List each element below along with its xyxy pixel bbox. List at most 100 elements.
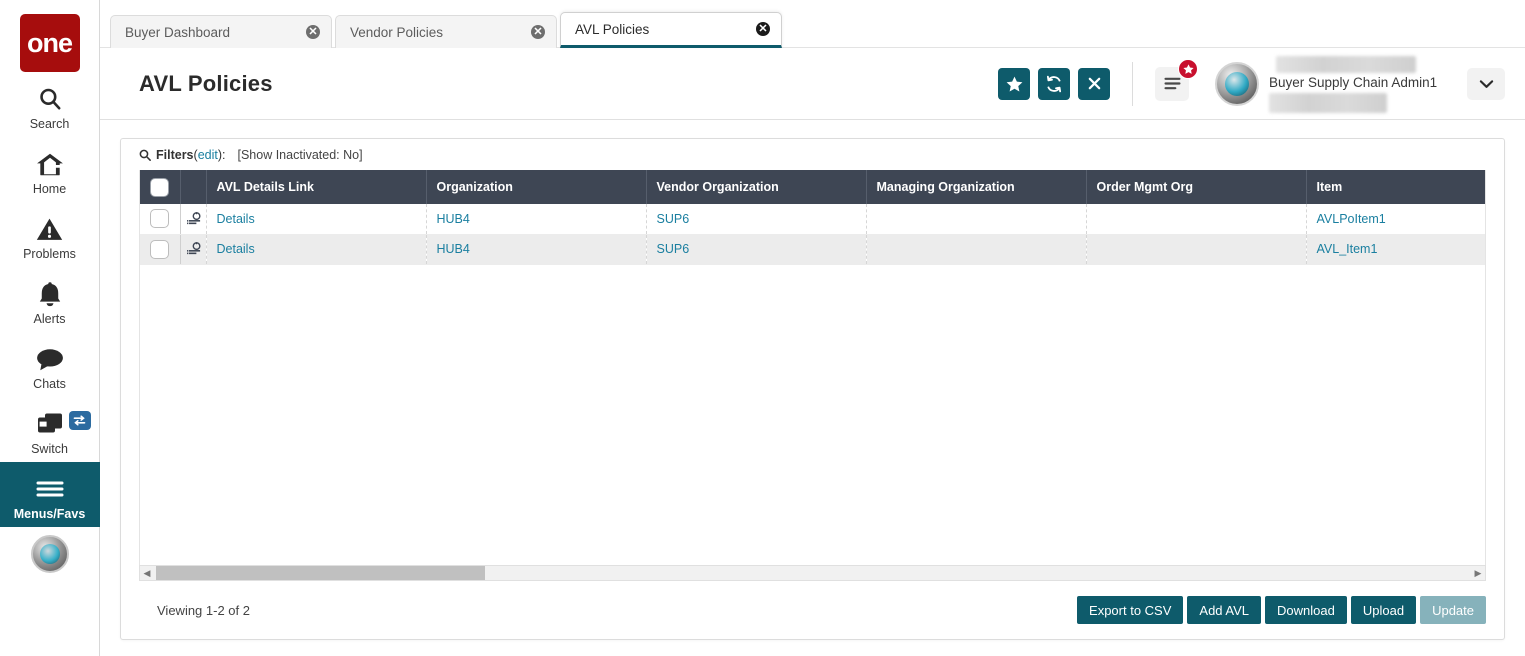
close-icon[interactable]: ✕ xyxy=(531,25,545,39)
organization-link[interactable]: HUB4 xyxy=(437,212,470,226)
row-detail-icon-cell[interactable] xyxy=(180,204,207,235)
scrollbar-track[interactable] xyxy=(154,566,1471,580)
close-x-icon xyxy=(1087,76,1102,91)
sidebar-avatar[interactable] xyxy=(30,535,69,573)
search-icon xyxy=(37,84,63,114)
scroll-right-arrow-icon[interactable]: ▶ xyxy=(1471,568,1485,579)
cell-organization[interactable]: HUB4 xyxy=(426,234,647,265)
table-row[interactable]: Details HUB4 SUP6 AVLPoItem1 AVLPoItem1 xyxy=(140,204,1485,235)
column-header-order-mgmt-org[interactable]: Order Mgmt Org xyxy=(1086,170,1307,204)
column-header-item[interactable]: Item xyxy=(1306,170,1485,204)
avl-policies-panel: Filters (edit): [Show Inactivated: No] A… xyxy=(120,138,1505,640)
cell-item[interactable]: AVL_Item1 xyxy=(1306,234,1485,265)
select-all-header xyxy=(140,170,181,204)
star-badge-icon xyxy=(1178,58,1198,79)
windows-stack-icon xyxy=(36,409,64,439)
sidebar-item-label: Menus/Favs xyxy=(13,507,86,521)
favorite-button[interactable] xyxy=(998,67,1030,100)
upload-button[interactable]: Upload xyxy=(1350,596,1417,624)
sidebar-item-menus-favs[interactable]: Menus/Favs xyxy=(0,462,100,527)
sidebar-item-chats[interactable]: Chats xyxy=(0,332,100,397)
sidebar-item-search[interactable]: Search xyxy=(0,72,100,137)
filters-colon: : xyxy=(222,147,226,162)
refresh-button[interactable] xyxy=(1038,67,1070,100)
sidebar-item-label: Chats xyxy=(33,377,66,391)
application-window: one Search Home Problems Alerts Chats Sw… xyxy=(0,0,1525,656)
one-network-logo[interactable]: one xyxy=(19,14,80,72)
details-link[interactable]: Details xyxy=(217,242,255,256)
download-button[interactable]: Download xyxy=(1265,596,1347,624)
cell-avl-details-link[interactable]: Details xyxy=(206,204,427,235)
sidebar-item-problems[interactable]: Problems xyxy=(0,202,100,267)
cell-managing-organization xyxy=(866,234,1087,265)
column-header-vendor-organization[interactable]: Vendor Organization xyxy=(646,170,867,204)
sidebar-item-label: Search xyxy=(29,117,70,131)
sidebar-item-home[interactable]: Home xyxy=(0,137,100,202)
cell-organization[interactable]: HUB4 xyxy=(426,204,647,235)
hamburger-icon xyxy=(1163,77,1181,90)
user-menu-button[interactable] xyxy=(1467,67,1505,100)
sidebar-item-label: Problems xyxy=(23,247,76,261)
column-header-avl-details-link[interactable]: AVL Details Link xyxy=(206,170,427,204)
row-select-cell xyxy=(140,204,181,235)
close-icon[interactable]: ✕ xyxy=(756,22,770,36)
hamburger-icon xyxy=(36,474,64,504)
switch-organization-badge[interactable] xyxy=(68,411,91,430)
add-avl-button[interactable]: Add AVL xyxy=(1187,596,1262,624)
filters-edit-link[interactable]: edit xyxy=(198,148,218,162)
bell-icon xyxy=(38,279,62,309)
organization-link[interactable]: HUB4 xyxy=(437,242,470,256)
notifications-menu-button[interactable] xyxy=(1155,58,1198,101)
chevron-down-icon xyxy=(1479,79,1494,89)
user-name: Buyer Supply Chain Admin1 xyxy=(1269,74,1438,90)
sidebar-item-label: Alerts xyxy=(33,312,66,326)
horizontal-scrollbar[interactable]: ◀ ▶ xyxy=(139,565,1486,581)
main-area: Buyer Dashboard ✕ Vendor Policies ✕ AVL … xyxy=(100,0,1525,656)
column-header-organization[interactable]: Organization xyxy=(426,170,647,204)
cell-order-mgmt-org xyxy=(1086,204,1307,235)
details-link[interactable]: Details xyxy=(217,212,255,226)
sidebar-item-label: Home xyxy=(32,182,67,196)
item-link[interactable]: AVL_Item1 xyxy=(1317,242,1378,256)
filters-label: Filters xyxy=(156,147,194,162)
table-row[interactable]: Details HUB4 SUP6 AVL_Item1 AVL_Item1 xyxy=(140,234,1485,265)
home-icon xyxy=(36,149,64,179)
export-to-csv-button[interactable]: Export to CSV xyxy=(1077,596,1184,624)
cell-vendor-organization[interactable]: SUP6 xyxy=(646,204,867,235)
scroll-left-arrow-icon[interactable]: ◀ xyxy=(140,568,154,579)
refresh-icon xyxy=(1045,75,1063,93)
row-detail-icon-cell[interactable] xyxy=(180,234,207,265)
tab-vendor-policies[interactable]: Vendor Policies ✕ xyxy=(335,15,557,48)
sidebar-item-alerts[interactable]: Alerts xyxy=(0,267,100,332)
scrollbar-thumb[interactable] xyxy=(156,566,486,580)
close-icon[interactable]: ✕ xyxy=(306,25,320,39)
cell-avl-details-link[interactable]: Details xyxy=(206,234,427,265)
row-checkbox[interactable] xyxy=(150,239,170,259)
row-checkbox[interactable] xyxy=(150,209,170,229)
tab-label: AVL Policies xyxy=(575,21,650,37)
page-header: AVL Policies Buyer Supply Chain Admin1 xyxy=(100,48,1525,120)
filters-bar: Filters (edit): [Show Inactivated: No] xyxy=(121,139,1504,170)
close-button[interactable] xyxy=(1078,67,1110,100)
user-info-block: Buyer Supply Chain Admin1 xyxy=(1269,54,1459,114)
report-document-icon xyxy=(186,211,206,226)
vendor-organization-link[interactable]: SUP6 xyxy=(657,212,690,226)
user-avatar[interactable] xyxy=(1215,61,1259,106)
column-header-managing-organization[interactable]: Managing Organization xyxy=(866,170,1087,204)
cell-item[interactable]: AVLPoItem1 xyxy=(1306,204,1485,235)
select-all-checkbox[interactable] xyxy=(150,177,170,197)
table-scroll-viewport: AVL Details Link Organization Vendor Org… xyxy=(139,170,1486,565)
cell-vendor-organization[interactable]: SUP6 xyxy=(646,234,867,265)
item-link[interactable]: AVLPoItem1 xyxy=(1317,212,1386,226)
tab-buyer-dashboard[interactable]: Buyer Dashboard ✕ xyxy=(110,15,332,48)
header-divider xyxy=(1132,61,1133,106)
report-document-icon xyxy=(186,242,206,256)
sidebar-item-switch[interactable]: Switch xyxy=(0,397,100,462)
tab-avl-policies[interactable]: AVL Policies ✕ xyxy=(560,12,782,48)
update-button[interactable]: Update xyxy=(1420,596,1486,624)
vendor-organization-link[interactable]: SUP6 xyxy=(657,242,690,256)
table-head: AVL Details Link Organization Vendor Org… xyxy=(140,170,1485,204)
page-title: AVL Policies xyxy=(139,70,273,96)
avatar-inner-glyph xyxy=(1225,71,1249,96)
avl-policies-table: AVL Details Link Organization Vendor Org… xyxy=(140,170,1485,265)
